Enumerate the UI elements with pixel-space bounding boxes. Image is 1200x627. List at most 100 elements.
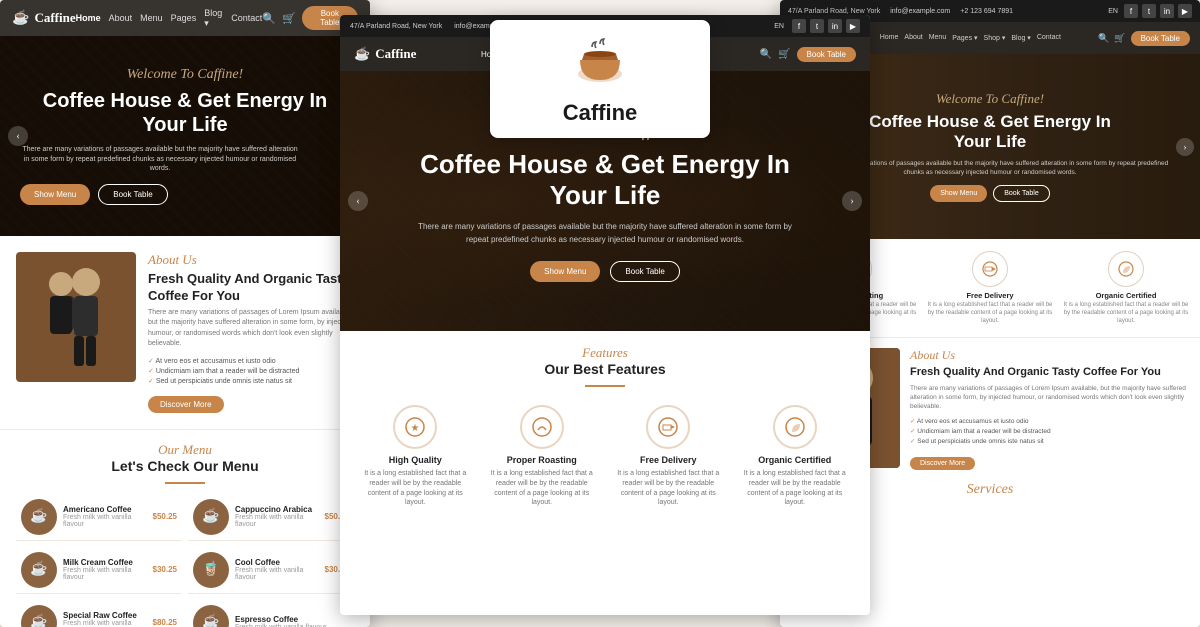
menu-item-name: Americano Coffee (63, 505, 147, 514)
center-nav-right: 🔍 🛒 Book Table (760, 47, 856, 62)
menu-item-name: Espresso Coffee (235, 615, 343, 624)
right-about-label: About Us (910, 348, 1190, 363)
center-brand: ☕ Caffine (354, 46, 416, 62)
menu-item-name: Cool Coffee (235, 558, 319, 567)
right-feature-desc-organic: It is a long established fact that a rea… (1062, 302, 1190, 325)
logo-overlay: Caffine (490, 20, 710, 138)
menu-item: ☕ Special Raw Coffee Fresh milk with van… (16, 600, 182, 627)
right-book-table-button[interactable]: Book Table (993, 185, 1050, 202)
right-about-title: Fresh Quality And Organic Tasty Coffee F… (910, 365, 1190, 379)
right-nav-about[interactable]: About (904, 34, 922, 42)
right-nav-home[interactable]: Home (880, 34, 899, 42)
about-list-item: Sed ut perspiciatis unde omnis iste natu… (148, 376, 354, 386)
brand-name: Caffine (34, 10, 75, 26)
right-in-icon[interactable]: in (1160, 4, 1174, 18)
right-social-icons: f t in ▶ (1124, 4, 1192, 18)
svg-text:★: ★ (411, 423, 420, 434)
nav-home[interactable]: Home (76, 13, 101, 23)
menu-item-desc: Fresh milk with vanilla flavour (235, 567, 319, 581)
right-yt-icon[interactable]: ▶ (1178, 4, 1192, 18)
features-title: Our Best Features (356, 361, 854, 377)
cart-icon[interactable]: 🛒 (282, 12, 296, 25)
menu-item-name: Special Raw Coffee (63, 611, 147, 620)
feature-desc-quality: It is a long established fact that a rea… (360, 469, 471, 508)
right-nav-pages[interactable]: Pages ▾ (952, 34, 977, 42)
right-lang: EN (1108, 8, 1118, 15)
about-label: About Us (148, 252, 354, 268)
menu-item: ☕ Cappuccino Arabica Fresh milk with van… (188, 494, 354, 541)
nav-about[interactable]: About (109, 13, 133, 23)
right-discover-button[interactable]: Discover More (910, 457, 975, 470)
left-hero: Welcome To Caffine! Coffee House & Get E… (0, 36, 370, 236)
right-cart-icon[interactable]: 🛒 (1114, 33, 1125, 44)
menu-label: Our Menu (16, 442, 354, 458)
right-next-arrow[interactable]: › (1176, 138, 1194, 156)
right-nav-links: Home About Menu Pages ▾ Shop ▾ Blog ▾ Co… (880, 34, 1061, 42)
right-tw-icon[interactable]: t (1142, 4, 1156, 18)
menu-thumb: ☕ (21, 499, 57, 535)
center-book-button[interactable]: Book Table (797, 47, 856, 62)
nav-contact[interactable]: Contact (231, 13, 262, 23)
nav-pages[interactable]: Pages (171, 13, 197, 23)
nav-blog[interactable]: Blog ▾ (204, 8, 223, 29)
menu-item-price: $30.25 (153, 565, 177, 574)
feature-name-quality: High Quality (360, 455, 471, 465)
left-brand: ☕ Caffine (12, 10, 76, 27)
about-list-item: At vero eos et accusamus et iusto odio (148, 356, 354, 366)
right-nav-blog[interactable]: Blog ▾ (1011, 34, 1030, 42)
right-fb-icon[interactable]: f (1124, 4, 1138, 18)
right-book-button[interactable]: Book Table (1131, 31, 1190, 46)
about-title: Fresh Quality And Organic Tasty Coffee F… (148, 271, 354, 305)
menu-item: ☕ Espresso Coffee Fresh milk with vanill… (188, 600, 354, 627)
left-about-section: About Us Fresh Quality And Organic Tasty… (0, 236, 370, 429)
facebook-icon[interactable]: f (792, 19, 806, 33)
right-phone: +2 123 694 7891 (960, 8, 1013, 15)
features-grid: ★ High Quality It is a long established … (356, 397, 854, 516)
center-cart-icon[interactable]: 🛒 (778, 49, 790, 60)
twitter-icon[interactable]: t (810, 19, 824, 33)
menu-title: Let's Check Our Menu (16, 458, 354, 474)
center-hero-title: Coffee House & Get Energy InYour Life (415, 149, 795, 211)
feature-card-organic: Organic Certified It is a long establish… (736, 397, 855, 516)
right-nav-menu[interactable]: Menu (929, 34, 947, 42)
left-navbar: ☕ Caffine Home About Menu Pages Blog ▾ C… (0, 0, 370, 36)
menu-item-desc: Fresh milk with vanilla flavour (63, 514, 147, 528)
center-prev-arrow[interactable]: ‹ (348, 191, 368, 211)
about-desc: There are many variations of passages of… (148, 308, 354, 350)
show-menu-button[interactable]: Show Menu (20, 184, 90, 205)
right-search-icon[interactable]: 🔍 (1098, 33, 1109, 44)
right-nav-contact[interactable]: Contact (1037, 34, 1061, 42)
lang-text: EN (774, 23, 784, 30)
right-feature-delivery: Free Delivery It is a long established f… (924, 245, 1056, 331)
right-nav-shop[interactable]: Shop ▾ (984, 34, 1006, 42)
feature-name-roasting: Proper Roasting (487, 455, 598, 465)
search-icon[interactable]: 🔍 (262, 12, 276, 25)
right-about-text: About Us Fresh Quality And Organic Tasty… (910, 348, 1190, 470)
right-feature-name-delivery: Free Delivery (926, 291, 1054, 300)
center-features-section: Features Our Best Features ★ High Qualit… (340, 331, 870, 530)
about-image (16, 252, 136, 382)
linkedin-icon[interactable]: in (828, 19, 842, 33)
logo-text: Caffine (563, 100, 638, 126)
right-feature-desc-delivery: It is a long established fact that a rea… (926, 302, 1054, 325)
menu-thumb: ☕ (21, 552, 57, 588)
book-table-hero-button[interactable]: Book Table (98, 184, 167, 205)
nav-menu[interactable]: Menu (140, 13, 163, 23)
center-book-table-button[interactable]: Book Table (610, 261, 679, 282)
center-search-icon[interactable]: 🔍 (760, 49, 772, 60)
right-organic-icon (1108, 251, 1144, 287)
right-address: 47/A Parland Road, New York (788, 8, 880, 15)
left-hero-desc: There are many variations of passages av… (20, 145, 300, 174)
youtube-icon[interactable]: ▶ (846, 19, 860, 33)
right-show-menu-button[interactable]: Show Menu (930, 185, 987, 202)
discover-more-button[interactable]: Discover More (148, 396, 224, 413)
organic-certified-icon (773, 405, 817, 449)
menu-thumb: 🧋 (193, 552, 229, 588)
center-brand-name: Caffine (375, 46, 416, 62)
center-next-arrow[interactable]: › (842, 191, 862, 211)
menu-item: ☕ Milk Cream Coffee Fresh milk with vani… (16, 547, 182, 594)
right-about-list-item: Undicmiam iam that a reader will be dist… (910, 426, 1190, 436)
center-show-menu-button[interactable]: Show Menu (530, 261, 600, 282)
right-feature-name-organic: Organic Certified (1062, 291, 1190, 300)
logo-cup-icon (563, 32, 638, 100)
